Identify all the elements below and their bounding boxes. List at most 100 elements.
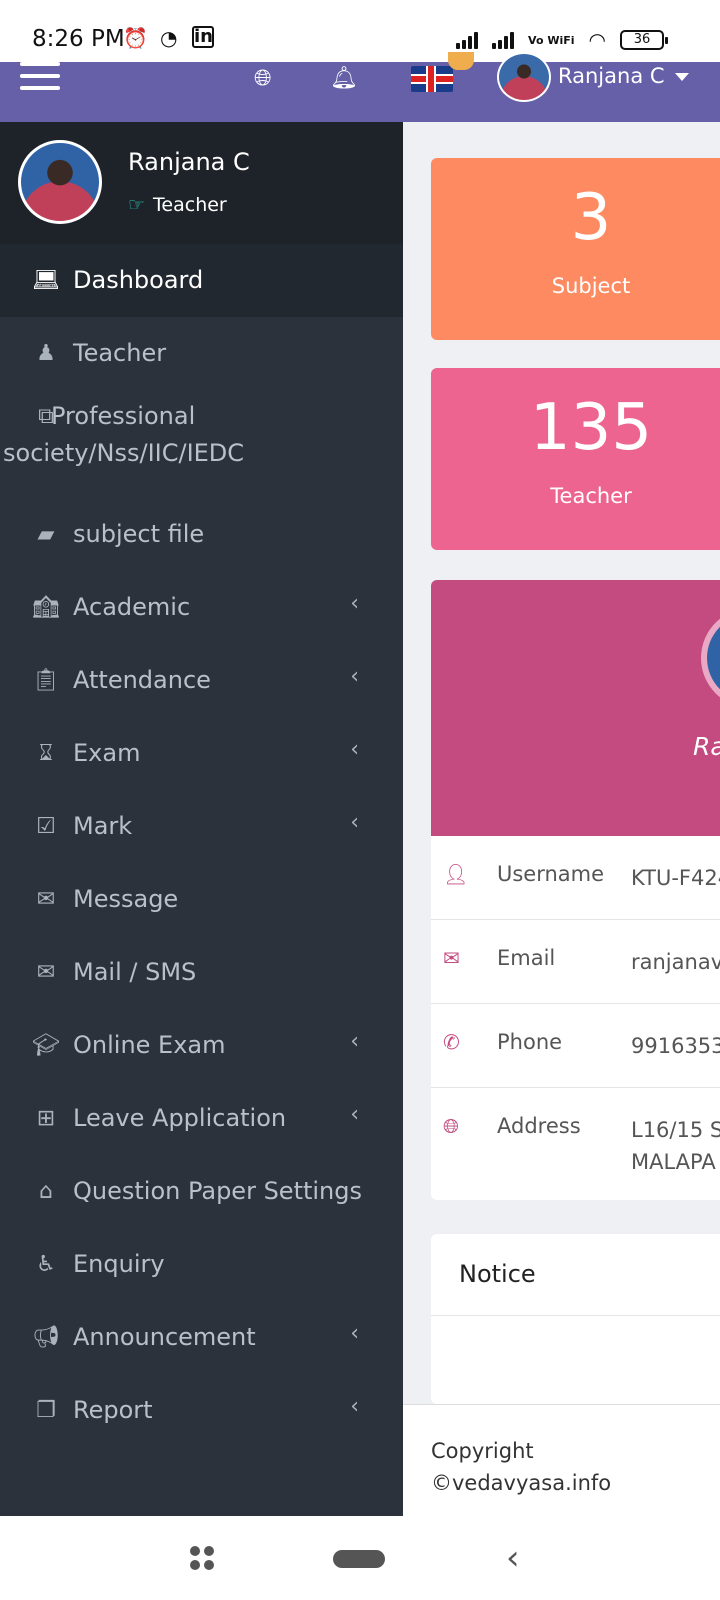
vowifi-label: Vo WiFi [528,33,575,47]
header-user-menu[interactable]: Ranjana C [558,64,689,88]
sidebar-item-enquiry[interactable]: ♿︎ Enquiry [0,1228,403,1301]
sidebar-item-report[interactable]: ❐ Report ‹ [0,1374,403,1447]
chevron-left-icon: ‹ [350,1321,359,1346]
sidebar-item-label: Mail / SMS [73,958,197,986]
alarm-icon: ⏰ [123,26,148,50]
menu-icon[interactable] [20,62,60,92]
bell-icon[interactable]: 🔔︎ [330,66,358,91]
laptop-icon: 💻︎ [32,268,60,293]
sidebar-menu: 💻︎ Dashboard ♟ Teacher ⧉ Professional so… [0,244,403,1447]
info-value: L16/15 S MALAPA [631,1114,720,1178]
info-value: 9916353 [631,1034,720,1058]
sidebar-item-attendance[interactable]: 📋︎ Attendance ‹ [0,644,403,717]
status-bar: 8:26 PM ⏰ ◔ in Vo WiFi ◠ 36 [0,0,720,62]
sidebar-item-leave-application[interactable]: ⊞ Leave Application ‹ [0,1082,403,1155]
recent-apps-icon[interactable] [190,1546,214,1570]
sidebar-item-subject-file[interactable]: ▰ subject file [0,498,403,571]
card-value: 135 [529,391,653,465]
address-line-2: MALAPA [631,1150,716,1174]
subject-count-card[interactable]: 3 Subject [431,158,720,340]
bullhorn-icon: 📢︎ [32,1325,60,1350]
profile-role: ☞ Teacher [128,194,227,216]
linkedin-icon: in [192,26,214,48]
card-label: Subject [551,274,631,298]
clipboard-icon: 📋︎ [32,668,60,693]
checklist-icon: ☑ [36,814,56,839]
info-row-username: 👤︎ Username KTU-F424 [431,836,720,920]
profile-info: 👤︎ Username KTU-F424 ✉ Email ranjanav ✆ … [431,836,720,1200]
footer: Copyright ©vedavyasa.info [403,1404,720,1516]
sidebar-item-question-paper-settings[interactable]: ⌂ Question Paper Settings [0,1155,403,1228]
sidebar-item-mail-sms[interactable]: ✉ Mail / SMS [0,936,403,1009]
sidebar-item-label: Exam [73,739,141,767]
footer-copyright: Copyright [431,1439,534,1463]
card-label: Teacher [550,484,632,508]
phone-icon: ✆ [443,1030,460,1054]
sidebar-item-label: Mark [73,812,133,840]
sidebar-item-teacher[interactable]: ♟ Teacher [0,317,403,390]
messenger-icon: ◔ [160,26,178,50]
globe-icon[interactable]: 🌐︎ [254,66,272,91]
back-icon[interactable]: ‹ [506,1538,520,1578]
profile-card: Ra [431,580,720,836]
info-row-phone: ✆ Phone 9916353 [431,1004,720,1088]
chevron-left-icon: ‹ [350,810,359,835]
system-nav-bar: ‹ [0,1516,720,1600]
graduation-cap-icon: 🎓︎ [32,1033,60,1058]
footer-site: ©vedavyasa.info [431,1471,612,1495]
avatar[interactable] [497,52,551,102]
sidebar-item-mark[interactable]: ☑ Mark ‹ [0,790,403,863]
signal-icon [456,31,479,49]
profile-name: Ranjana C [128,148,250,176]
envelope-icon: ✉ [36,887,56,912]
envelope-open-icon: ✉ [36,960,56,985]
sidebar-item-dashboard[interactable]: 💻︎ Dashboard [0,244,403,317]
globe-icon: 🌐︎ [443,1114,459,1138]
chevron-left-icon: ‹ [350,737,359,762]
sidebar-item-message[interactable]: ✉ Message [0,863,403,936]
uk-flag-icon[interactable] [411,66,453,92]
sidebar-item-label: Question Paper Settings [73,1177,363,1205]
school-icon: 🏫︎ [32,595,60,620]
main-content: 3 Subject 135 Teacher Ra 👤︎ Username KTU… [403,122,720,1516]
copy-icon: ❐ [36,1398,56,1423]
sidebar-item-label: Enquiry [73,1250,165,1278]
card-value: 3 [570,181,612,255]
avatar [18,140,102,224]
info-value: ranjanav [631,950,720,974]
address-line-1: L16/15 S [631,1118,720,1142]
header-user-name: Ranjana C [558,64,665,88]
info-value: KTU-F424 [631,866,720,890]
teacher-count-card[interactable]: 135 Teacher [431,368,720,550]
sidebar-item-professional-society[interactable]: ⧉ Professional society/Nss/IIC/IEDC [0,390,403,498]
hand-point-icon: ☞ [128,194,146,216]
chevron-left-icon: ‹ [350,1029,359,1054]
sidebar-item-label: Attendance [73,666,211,694]
wheelchair-icon: ♿︎ [36,1252,56,1277]
layout-icon: ⊞ [36,1106,56,1131]
chevron-left-icon: ‹ [350,1102,359,1127]
sidebar-item-academic[interactable]: 🏫︎ Academic ‹ [0,571,403,644]
status-right: Vo WiFi ◠ 36 [456,28,668,52]
info-key: Phone [497,1030,563,1054]
sidebar-item-label: Message [73,885,179,913]
sidebar-item-label: Academic [73,593,191,621]
notification-badge [448,52,474,70]
notice-title: Notice [431,1234,720,1316]
sidebar-item-announcement[interactable]: 📢︎ Announcement ‹ [0,1301,403,1374]
sidebar-item-online-exam[interactable]: 🎓︎ Online Exam ‹ [0,1009,403,1082]
avatar [701,608,720,708]
sidebar-item-label: subject file [73,520,205,548]
sidebar-item-label: Teacher [73,339,167,367]
envelope-icon: ✉ [443,946,460,970]
home-button[interactable] [333,1550,385,1568]
teacher-icon: ♟ [36,341,56,366]
info-key: Address [497,1114,581,1138]
profile-card-name: Ra [693,732,720,761]
sidebar-item-exam[interactable]: ⌛︎ Exam ‹ [0,717,403,790]
hourglass-icon: ⌛︎ [39,741,53,766]
sidebar-profile: Ranjana C ☞ Teacher [0,122,403,244]
sidebar-item-label: Announcement [73,1323,256,1351]
caret-down-icon [674,73,689,81]
sidebar-item-label: Report [73,1396,153,1424]
